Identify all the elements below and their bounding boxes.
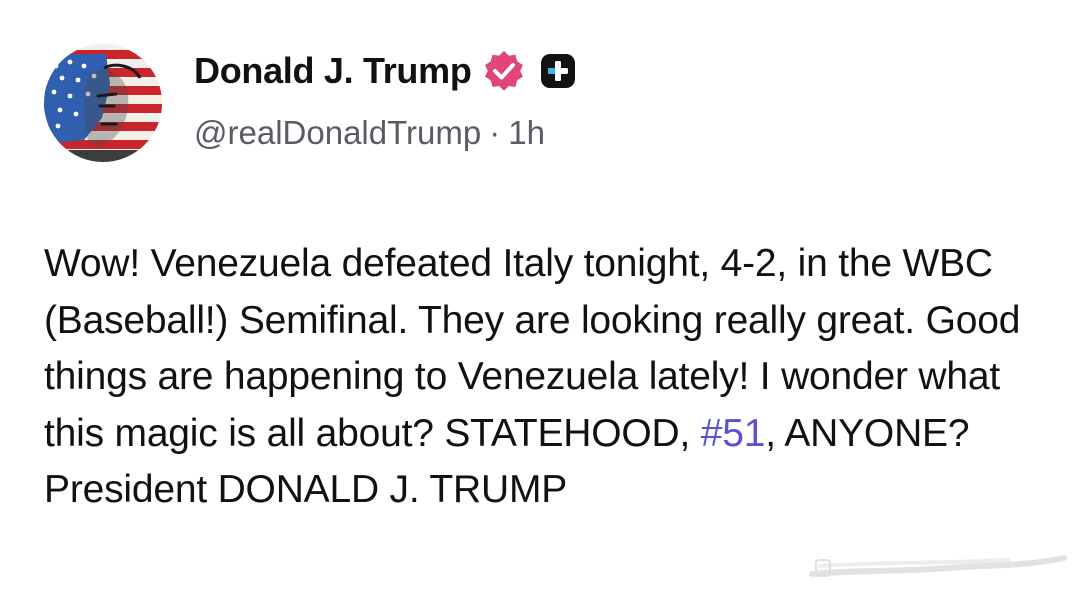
- author-handle[interactable]: @realDonaldTrump: [194, 114, 481, 151]
- author-meta-row: @realDonaldTrump · 1h: [194, 114, 545, 152]
- post-card: Donald J. Trump @realDonaldTrump · 1h Wow!…: [0, 0, 1080, 592]
- author-name-row: Donald J. Trump: [194, 46, 576, 96]
- author-display-name[interactable]: Donald J. Trump: [194, 50, 472, 92]
- meta-separator: ·: [489, 114, 501, 151]
- post-body: Wow! Venezuela defeated Italy tonight, 4…: [44, 236, 1044, 519]
- watermark-graphic: [808, 548, 1070, 582]
- avatar-image: [44, 44, 162, 162]
- avatar[interactable]: [44, 44, 162, 162]
- plus-badge-icon: [540, 53, 576, 89]
- hashtag-link[interactable]: #51: [701, 412, 766, 455]
- post-timestamp[interactable]: 1h: [508, 114, 545, 151]
- verified-badge-icon: [482, 49, 526, 93]
